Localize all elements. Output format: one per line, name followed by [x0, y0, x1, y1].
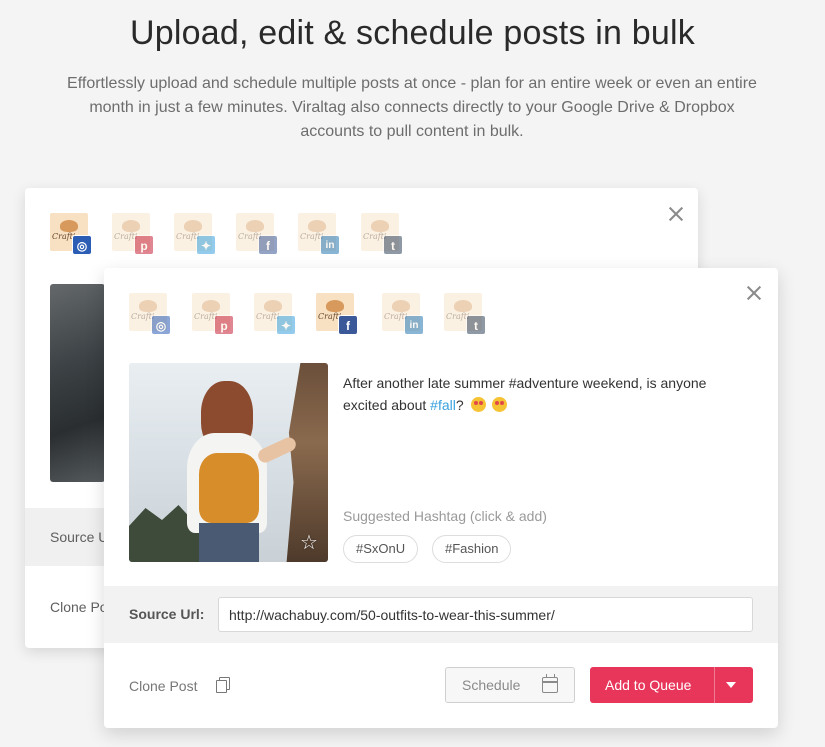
account-twitter[interactable]: Crafti ✦ — [174, 213, 216, 255]
linkedin-icon: in — [320, 235, 340, 255]
caption-hashtag-link[interactable]: #fall — [430, 397, 456, 413]
post-image[interactable]: ☆ — [129, 363, 328, 562]
add-to-queue-label: Add to Queue — [605, 677, 692, 693]
source-url-input[interactable] — [218, 597, 753, 632]
account-twitter[interactable]: Crafti ✦ — [254, 293, 296, 335]
post-caption[interactable]: After another late summer #adventure wee… — [343, 372, 753, 416]
page-description: Effortlessly upload and schedule multipl… — [67, 75, 757, 140]
account-linkedin[interactable]: Crafti in — [382, 293, 424, 335]
account-facebook[interactable]: Crafti f — [236, 213, 278, 255]
button-divider — [714, 667, 715, 703]
caption-text-end: ? — [455, 397, 464, 413]
heart-eyes-emoji-icon — [470, 397, 486, 412]
instagram-icon: ◎ — [72, 235, 92, 255]
source-row: Source Url: — [104, 586, 778, 643]
clone-label: Clone Po — [50, 599, 108, 615]
facebook-icon: f — [258, 235, 278, 255]
caption-text: After another late summer #adventure wee… — [343, 375, 707, 413]
chevron-down-icon[interactable] — [726, 682, 736, 688]
schedule-button[interactable]: Schedule — [445, 667, 575, 703]
account-instagram[interactable]: Crafti ◎ — [50, 213, 92, 255]
account-pinterest[interactable]: Crafti p — [112, 213, 154, 255]
close-icon[interactable] — [668, 206, 684, 222]
account-tumblr[interactable]: Crafti t — [361, 213, 403, 255]
source-label: Source U — [50, 529, 109, 545]
source-url-label: Source Url: — [129, 606, 205, 622]
facebook-icon: f — [338, 315, 358, 335]
twitter-icon: ✦ — [276, 315, 296, 335]
front-post-card: Crafti ◎ Crafti p Crafti ✦ Crafti f Craf… — [104, 268, 778, 728]
linkedin-icon: in — [404, 315, 424, 335]
star-icon[interactable]: ☆ — [297, 531, 321, 555]
schedule-label: Schedule — [462, 677, 521, 693]
suggested-hashtag-label: Suggested Hashtag (click & add) — [343, 508, 547, 524]
pinterest-icon: p — [214, 315, 234, 335]
account-instagram[interactable]: Crafti ◎ — [129, 293, 171, 335]
hashtag-chip[interactable]: #SxOnU — [343, 535, 419, 563]
calendar-icon — [542, 674, 558, 693]
hashtag-chip[interactable]: #Fashion — [432, 535, 512, 563]
account-linkedin[interactable]: Crafti in — [298, 213, 340, 255]
instagram-icon: ◎ — [151, 315, 171, 335]
account-tumblr[interactable]: Crafti t — [444, 293, 486, 335]
pinterest-icon: p — [134, 235, 154, 255]
add-to-queue-button[interactable]: Add to Queue — [590, 667, 753, 703]
account-facebook[interactable]: Crafti f — [316, 293, 358, 335]
account-pinterest[interactable]: Crafti p — [192, 293, 234, 335]
clone-post-link[interactable]: Clone Post — [129, 678, 197, 694]
copy-icon[interactable] — [216, 677, 230, 693]
heart-eyes-emoji-icon — [492, 397, 508, 412]
close-icon[interactable] — [746, 285, 762, 301]
tumblr-icon: t — [383, 235, 403, 255]
tumblr-icon: t — [466, 315, 486, 335]
twitter-icon: ✦ — [196, 235, 216, 255]
post-image — [50, 284, 105, 482]
page-title: Upload, edit & schedule posts in bulk — [130, 14, 695, 52]
